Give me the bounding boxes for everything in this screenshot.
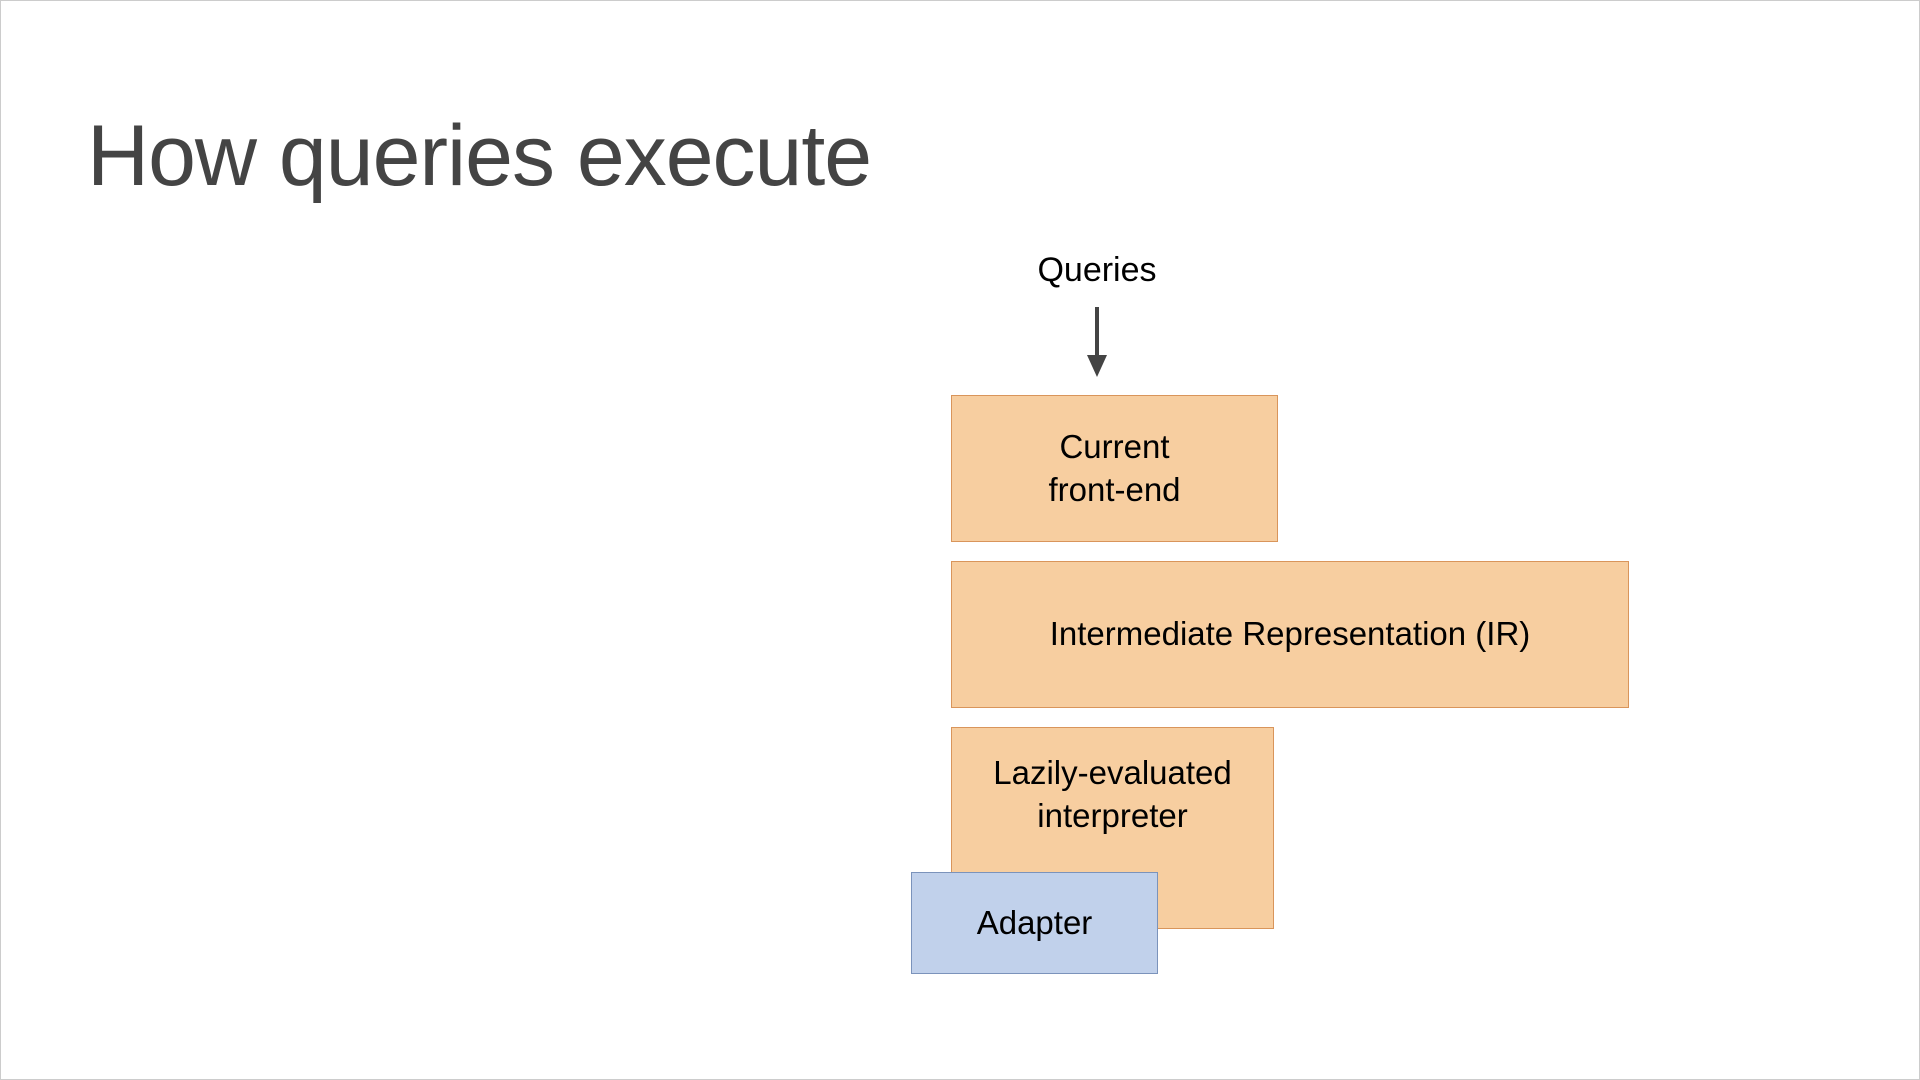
box-ir-label: Intermediate Representation (IR)	[1050, 613, 1531, 656]
box-frontend-label: Current front-end	[1048, 426, 1180, 512]
queries-input-label: Queries	[1037, 251, 1156, 290]
box-intermediate-representation: Intermediate Representation (IR)	[951, 561, 1629, 708]
slide-title: How queries execute	[87, 107, 871, 206]
arrow-down-icon	[1085, 307, 1109, 382]
box-adapter-label: Adapter	[977, 902, 1093, 945]
box-interpreter-label: Lazily-evaluated interpreter	[993, 754, 1231, 834]
box-adapter: Adapter	[911, 872, 1158, 974]
box-current-frontend: Current front-end	[951, 395, 1278, 542]
